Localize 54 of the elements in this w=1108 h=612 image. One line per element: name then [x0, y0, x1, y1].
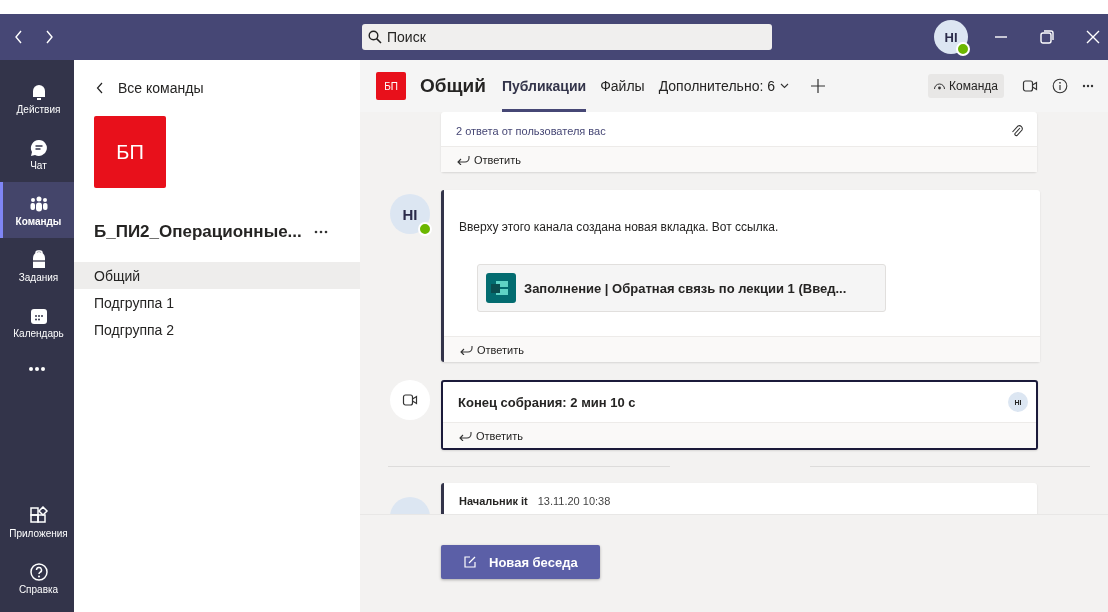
search-field[interactable]: Поиск — [362, 24, 772, 50]
chevron-down-icon — [780, 83, 789, 89]
reply-icon — [456, 154, 470, 165]
replies-link[interactable]: 2 ответа от пользователя вас — [456, 125, 606, 137]
channel-title: Общий — [420, 75, 486, 97]
close-icon[interactable] — [1086, 30, 1100, 44]
eye-icon — [934, 82, 946, 90]
add-tab-icon[interactable] — [811, 79, 825, 93]
more-icon[interactable] — [28, 366, 46, 372]
message-text: Вверху этого канала создана новая вкладка. Вот ссылка. — [459, 220, 780, 234]
reply-icon — [459, 344, 473, 355]
tab[interactable]: Файлы — [600, 60, 645, 112]
user-avatar: HI — [390, 194, 430, 234]
rail-item[interactable]: Справка — [0, 550, 74, 606]
more-tabs-dropdown[interactable]: Дополнительно: 6 — [658, 60, 789, 112]
channel-item[interactable]: Подгруппа 2 — [74, 316, 360, 343]
forms-icon — [486, 273, 516, 303]
team-avatar: БП — [94, 116, 166, 188]
tab-link-card[interactable]: Заполнение | Обратная связь по лекции 1 (Введ... — [477, 264, 886, 312]
reply-button[interactable]: Ответить — [444, 336, 1040, 362]
team-name: Б_ПИ2_Операционные... — [94, 222, 302, 242]
user-avatar[interactable]: HI — [934, 20, 968, 54]
reply-button[interactable]: Ответить — [443, 422, 1036, 448]
rail-item[interactable]: Задания — [0, 238, 74, 294]
more-options-icon[interactable] — [1082, 84, 1094, 88]
all-teams-link[interactable]: Все команды — [96, 80, 204, 96]
channel-item[interactable]: Подгруппа 1 — [74, 289, 360, 316]
maximize-icon[interactable] — [1040, 30, 1054, 44]
chat-icon — [28, 137, 49, 158]
rail-item[interactable]: Команды — [0, 182, 74, 238]
reply-button[interactable]: Ответить — [441, 146, 1037, 172]
rail-item[interactable]: Календарь — [0, 294, 74, 350]
rail-item[interactable]: Действия — [0, 70, 74, 126]
attachment-icon — [1011, 124, 1023, 138]
reply-icon — [458, 430, 472, 441]
more-options-icon[interactable] — [313, 230, 328, 234]
rail-item[interactable]: Чат — [0, 126, 74, 182]
help-icon — [28, 561, 49, 582]
new-conversation-button[interactable]: Новая беседа — [441, 545, 600, 579]
compose-icon — [463, 555, 477, 569]
team-avatar: БП — [376, 72, 406, 100]
video-camera-icon[interactable] — [1022, 78, 1038, 94]
channel-item[interactable]: Общий — [74, 262, 360, 289]
author-name: Начальник it — [459, 495, 528, 507]
rail-item[interactable]: Приложения — [0, 494, 74, 550]
info-icon[interactable] — [1052, 78, 1068, 94]
timestamp: 13.11.20 10:38 — [537, 495, 611, 507]
back-icon[interactable] — [14, 30, 24, 44]
forward-icon[interactable] — [44, 30, 54, 44]
meeting-ended-text: Конец собрания: 2 мин 10 с — [458, 394, 636, 410]
apps-icon — [28, 505, 49, 526]
back-icon — [96, 82, 104, 94]
meeting-icon — [390, 380, 430, 420]
team-button[interactable]: Команда — [928, 74, 1004, 98]
